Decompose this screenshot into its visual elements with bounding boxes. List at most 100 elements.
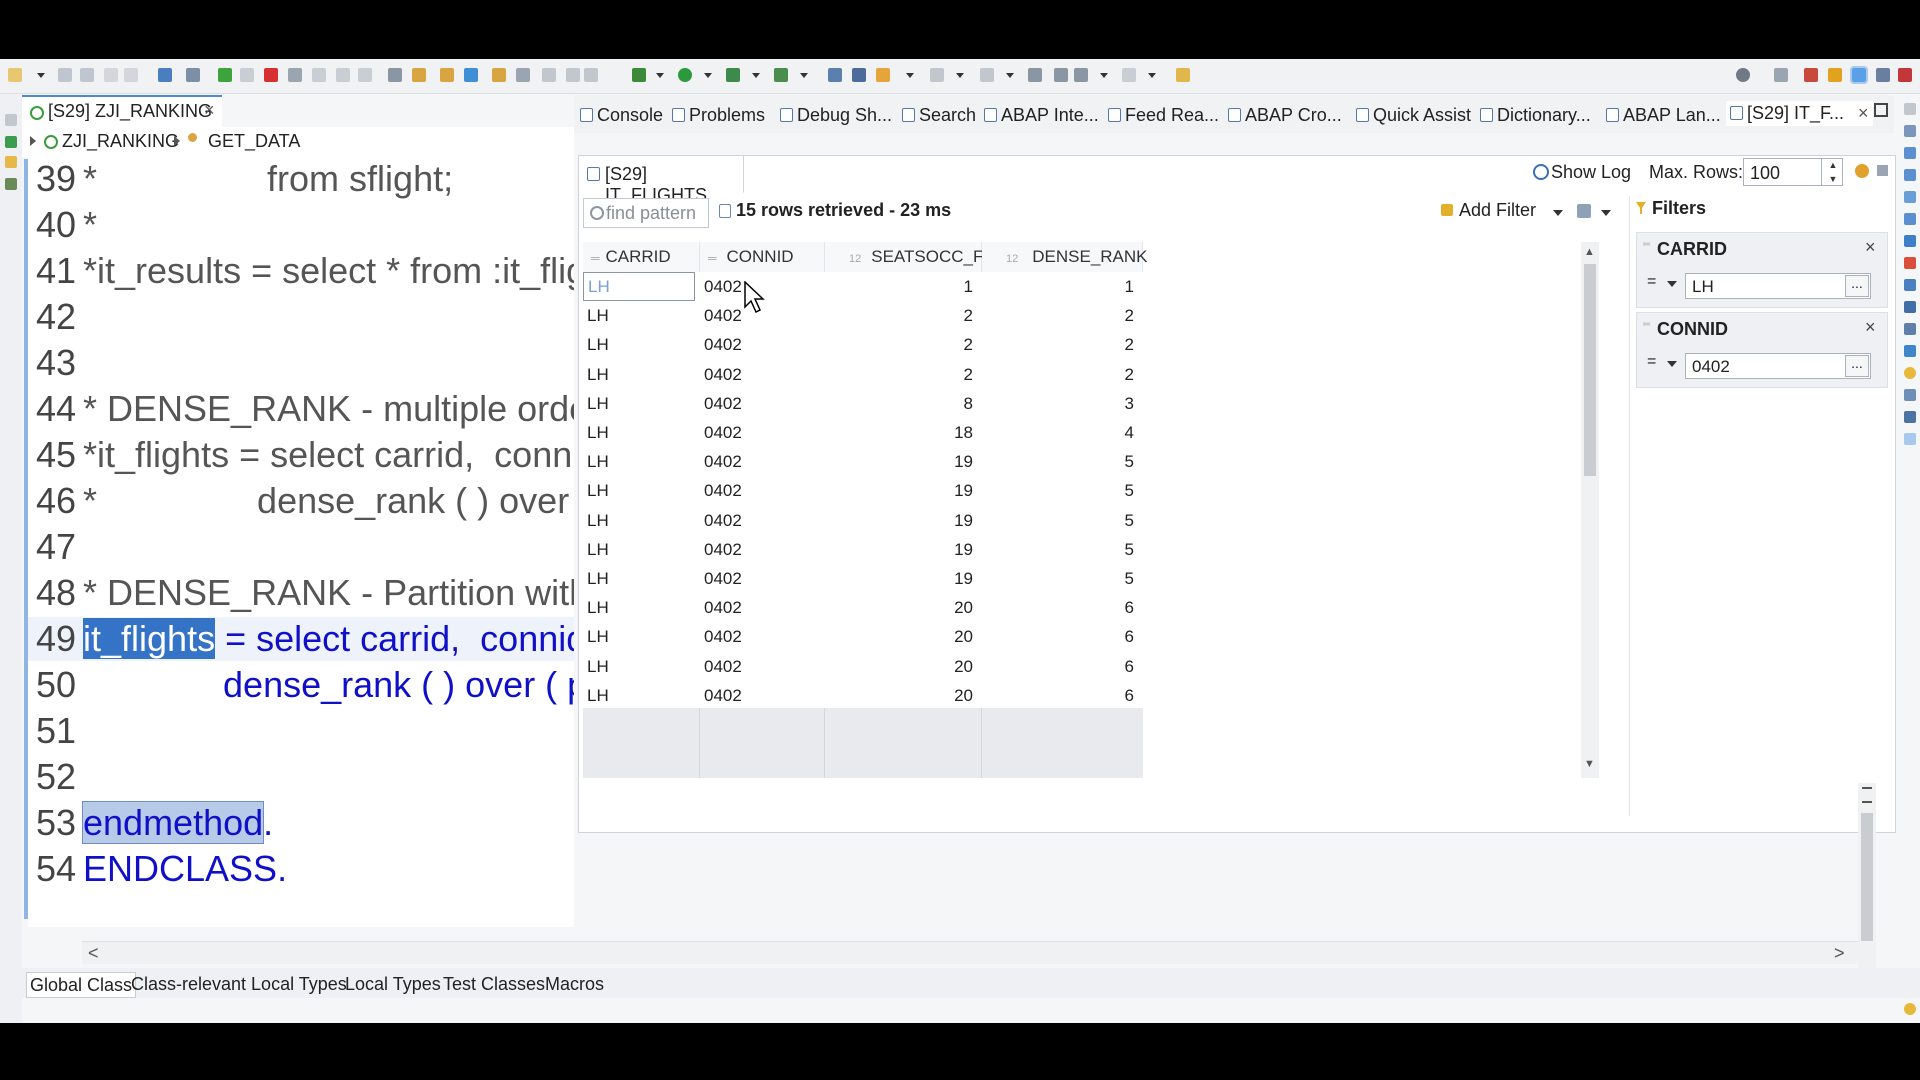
- table-cell[interactable]: 1: [825, 272, 973, 301]
- perspective-profile-icon[interactable]: [1876, 68, 1890, 82]
- run-config-icon[interactable]: [726, 68, 740, 82]
- table-row[interactable]: LH 0402 2 2: [583, 301, 1599, 330]
- table-cell[interactable]: 0402: [700, 681, 824, 710]
- tab-test-classes[interactable]: Test Classes: [440, 972, 548, 996]
- scroll-down-icon[interactable]: ▼: [1584, 758, 1595, 770]
- table-cell[interactable]: 18: [825, 418, 973, 447]
- perspective-active-icon[interactable]: [1850, 66, 1868, 84]
- nav-back-dropdown-icon[interactable]: [1100, 73, 1108, 78]
- tab-abap-cross-trace[interactable]: ABAP Cro...: [1228, 105, 1342, 126]
- table-cell[interactable]: 2: [982, 360, 1134, 389]
- table-cell[interactable]: 19: [825, 564, 973, 593]
- table-cell[interactable]: LH: [583, 301, 699, 330]
- tab-global-class[interactable]: Global Class: [26, 972, 137, 998]
- breadcrumb-item-method[interactable]: GET_DATA: [208, 131, 300, 152]
- value-help-button[interactable]: ...: [1845, 355, 1869, 377]
- refresh-icon[interactable]: [1855, 164, 1869, 178]
- table-cell[interactable]: 19: [825, 476, 973, 505]
- filter-operator[interactable]: =: [1647, 273, 1656, 291]
- last-edit-icon[interactable]: [1028, 68, 1042, 82]
- disconnect-icon[interactable]: [288, 68, 302, 82]
- table-row[interactable]: LH 0402 20 6: [583, 681, 1599, 710]
- back-icon[interactable]: [1054, 68, 1068, 82]
- tab-quick-assist[interactable]: Quick Assist: [1356, 105, 1471, 126]
- table-row[interactable]: LH 0402 18 4: [583, 418, 1599, 447]
- hierarchy-icon[interactable]: [1904, 147, 1916, 159]
- add-filter-button[interactable]: Add Filter: [1459, 200, 1536, 221]
- table-cell[interactable]: LH: [583, 447, 699, 476]
- history-icon[interactable]: [1904, 279, 1916, 291]
- project-explorer-icon[interactable]: [5, 136, 17, 148]
- tools-icon[interactable]: [1904, 301, 1916, 313]
- bookmarks-icon[interactable]: [1904, 213, 1916, 225]
- stop-icon[interactable]: [1877, 165, 1888, 176]
- table-cell[interactable]: 5: [982, 476, 1134, 505]
- filter-value-input[interactable]: 0402: [1685, 353, 1871, 379]
- export-dropdown-icon[interactable]: [1601, 210, 1611, 216]
- tab-data-preview[interactable]: [S29] IT_F... ×: [1726, 101, 1873, 126]
- table-cell[interactable]: 2: [825, 330, 973, 359]
- table-cell[interactable]: 6: [982, 622, 1134, 651]
- nav-forward-icon[interactable]: [1122, 68, 1136, 82]
- table-row[interactable]: LH 0402 19 5: [583, 506, 1599, 535]
- terminate-icon[interactable]: [264, 68, 278, 82]
- table-row[interactable]: LH 0402 1 1: [583, 272, 1599, 301]
- debug-icon[interactable]: [632, 68, 646, 82]
- table-cell[interactable]: 2: [825, 301, 973, 330]
- column-header-dense-rank[interactable]: 12 DENSE_RANK: [982, 242, 1148, 272]
- table-row[interactable]: LH 0402 2 2: [583, 330, 1599, 359]
- templates-icon[interactable]: [1904, 191, 1916, 203]
- table-row[interactable]: LH 0402 20 6: [583, 622, 1599, 651]
- properties-icon[interactable]: [1904, 169, 1916, 181]
- open-type-icon[interactable]: [828, 68, 842, 82]
- editor-tab[interactable]: [S29] ZJI_RANKING ×: [22, 95, 222, 127]
- outline-icon[interactable]: [1904, 125, 1916, 137]
- step-return-icon[interactable]: [358, 68, 372, 82]
- step-into-icon[interactable]: [312, 68, 326, 82]
- table-cell[interactable]: 0402: [700, 389, 824, 418]
- check-icon[interactable]: [440, 68, 454, 82]
- data-preview-trim-icon[interactable]: [1904, 433, 1916, 445]
- table-cell[interactable]: LH: [583, 418, 699, 447]
- add-filter-dropdown-icon[interactable]: [1553, 210, 1563, 216]
- table-cell[interactable]: 0402: [700, 622, 824, 651]
- restore-icon[interactable]: [1904, 103, 1916, 115]
- table-cell[interactable]: 1: [982, 272, 1134, 301]
- operator-dropdown-icon[interactable]: [1667, 361, 1677, 367]
- run-icon[interactable]: [678, 68, 692, 82]
- tab-local-types[interactable]: Local Types: [342, 972, 444, 996]
- remove-filter-icon[interactable]: ×: [1865, 237, 1876, 258]
- next-annotation-icon[interactable]: [930, 68, 944, 82]
- tab-class-relevant-local-types[interactable]: Class-relevant Local Types: [128, 972, 350, 996]
- editor-vertical-scrollbar[interactable]: ▼: [1858, 783, 1876, 997]
- debug-dropdown-icon[interactable]: [656, 73, 664, 78]
- filter-operator[interactable]: =: [1647, 353, 1656, 371]
- table-cell[interactable]: 0402: [700, 360, 824, 389]
- table-row[interactable]: LH 0402 19 5: [583, 476, 1599, 505]
- scroll-left-icon[interactable]: <: [88, 943, 99, 964]
- table-cell[interactable]: 20: [825, 652, 973, 681]
- table-cell[interactable]: LH: [583, 476, 699, 505]
- format-icon[interactable]: [388, 68, 402, 82]
- external-tools-dropdown-icon[interactable]: [800, 73, 808, 78]
- new-icon[interactable]: [8, 68, 22, 82]
- table-cell[interactable]: 19: [825, 506, 973, 535]
- table-row[interactable]: LH 0402 20 6: [583, 652, 1599, 681]
- table-row[interactable]: LH 0402 2 2: [583, 360, 1599, 389]
- table-cell[interactable]: 19: [825, 535, 973, 564]
- feed-icon[interactable]: [1904, 323, 1916, 335]
- print-preview-icon[interactable]: [584, 68, 598, 82]
- tab-search[interactable]: Search: [902, 105, 976, 126]
- database-icon[interactable]: [1904, 411, 1916, 423]
- run-dropdown-icon[interactable]: [704, 73, 712, 78]
- open-object-icon[interactable]: [852, 68, 866, 82]
- max-rows-spinner[interactable]: ▲ ▼: [1821, 158, 1844, 186]
- monitor-icon[interactable]: [158, 68, 172, 82]
- close-view-icon[interactable]: ×: [1858, 103, 1869, 123]
- table-cell[interactable]: LH: [583, 389, 699, 418]
- perspective-abap-icon[interactable]: [1804, 68, 1818, 82]
- tip-lightbulb-icon[interactable]: [1904, 1003, 1916, 1015]
- transport-organizer-icon[interactable]: [5, 178, 17, 190]
- value-help-button[interactable]: ...: [1845, 275, 1869, 297]
- where-used-icon[interactable]: [516, 68, 530, 82]
